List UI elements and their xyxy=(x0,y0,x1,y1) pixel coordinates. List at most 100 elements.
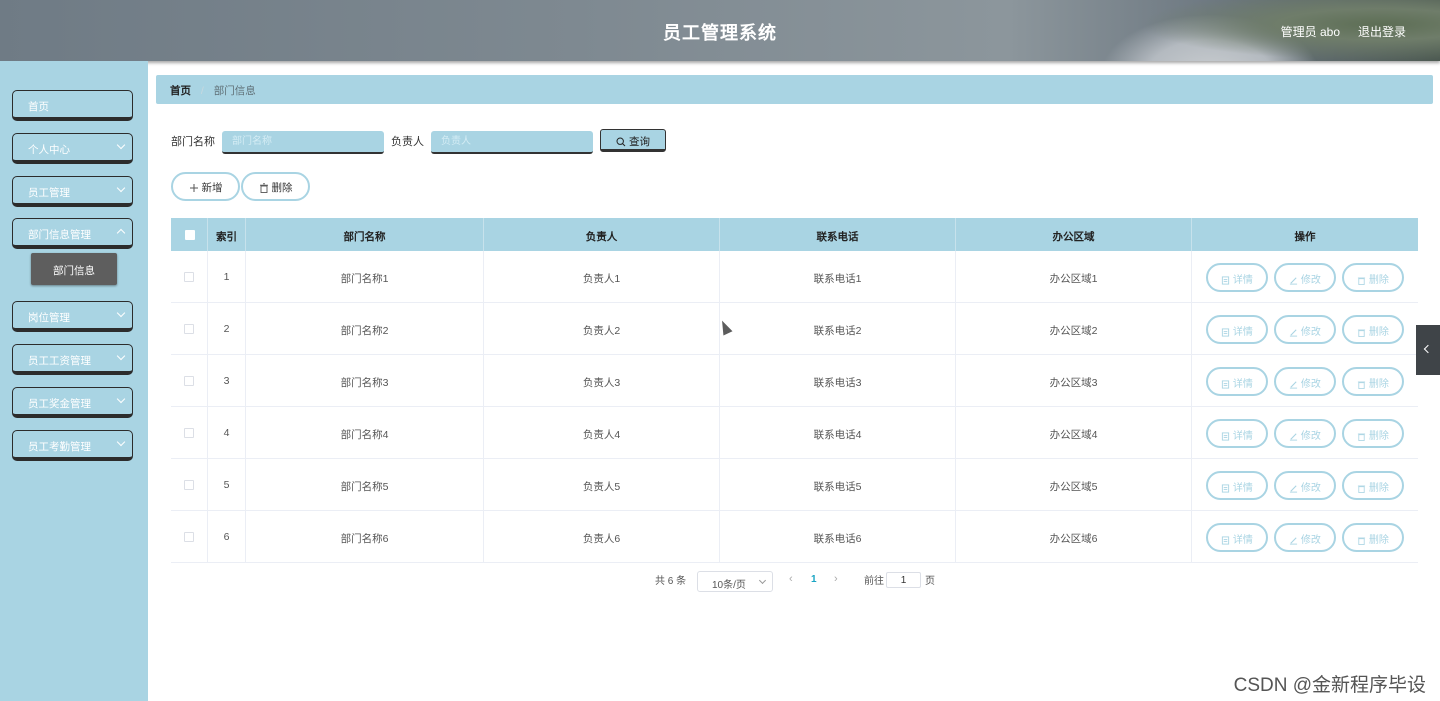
top-header: 员工管理系统 管理员 abo 退出登录 xyxy=(0,0,1440,61)
breadcrumb: 首页 / 部门信息 xyxy=(156,75,1433,104)
sidebar-item-department-management[interactable]: 部门信息管理 xyxy=(12,218,133,249)
sidebar-item-salary-management[interactable]: 员工工资管理 xyxy=(12,344,133,375)
detail-button-label: 详情 xyxy=(1232,431,1253,442)
goto-label: 前往 xyxy=(864,576,884,587)
edit-button[interactable]: 修改 xyxy=(1274,315,1336,344)
cell-index: 5 xyxy=(208,459,246,511)
detail-button[interactable]: 详情 xyxy=(1206,367,1268,396)
plus-icon xyxy=(189,184,198,193)
sidebar-item-employee-management[interactable]: 员工管理 xyxy=(12,176,133,207)
sidebar-item-label: 员工工资管理 xyxy=(28,355,91,367)
edit-button[interactable]: 修改 xyxy=(1274,367,1336,396)
page-size-select[interactable]: 10条/页 xyxy=(697,571,773,592)
goto-page-input[interactable] xyxy=(886,572,921,588)
cell-area: 办公区域5 xyxy=(956,459,1192,511)
panel-toggle-button[interactable] xyxy=(1416,325,1440,375)
cell-actions: 详情 修改 删除 xyxy=(1192,511,1418,563)
sidebar-item-bonus-management[interactable]: 员工奖金管理 xyxy=(12,387,133,418)
delete-button[interactable]: 删除 xyxy=(1342,419,1404,448)
cell-actions: 详情 修改 删除 xyxy=(1192,407,1418,459)
sidebar-item-home[interactable]: 首页 xyxy=(12,90,133,121)
chevron-up-icon xyxy=(116,228,126,238)
row-checkbox[interactable] xyxy=(184,324,194,334)
detail-button[interactable]: 详情 xyxy=(1206,523,1268,552)
sidebar-item-label: 员工考勤管理 xyxy=(28,441,91,453)
page-number-current[interactable]: 1 xyxy=(811,574,817,585)
row-checkbox[interactable] xyxy=(184,480,194,490)
edit-button-label: 修改 xyxy=(1300,483,1321,494)
logout-link[interactable]: 退出登录 xyxy=(1358,23,1406,40)
sidebar-item-personal-center[interactable]: 个人中心 xyxy=(12,133,133,164)
row-select-cell xyxy=(171,251,208,303)
select-all-checkbox[interactable] xyxy=(185,230,195,240)
row-checkbox[interactable] xyxy=(184,272,194,282)
edit-button[interactable]: 修改 xyxy=(1274,263,1336,292)
submenu-item-department-info[interactable]: 部门信息 xyxy=(31,253,117,285)
delete-button[interactable]: 删除 xyxy=(1342,367,1404,396)
cell-area: 办公区域1 xyxy=(956,251,1192,303)
row-checkbox[interactable] xyxy=(184,428,194,438)
detail-button[interactable]: 详情 xyxy=(1206,315,1268,344)
chevron-left-icon xyxy=(1423,344,1433,354)
edit-button-label: 修改 xyxy=(1300,275,1321,286)
cell-actions: 详情 修改 删除 xyxy=(1192,251,1418,303)
cell-index: 2 xyxy=(208,303,246,355)
edit-button-label: 修改 xyxy=(1300,431,1321,442)
sidebar-item-position-management[interactable]: 岗位管理 xyxy=(12,301,133,332)
owner-input[interactable] xyxy=(431,131,593,154)
cell-phone: 联系电话1 xyxy=(720,251,956,303)
next-page-icon[interactable]: › xyxy=(834,573,838,585)
cell-index: 3 xyxy=(208,355,246,407)
row-select-cell xyxy=(171,511,208,563)
column-header-dept-name: 部门名称 xyxy=(246,218,484,251)
watermark: CSDN @金新程序毕设 xyxy=(1233,675,1426,696)
document-icon xyxy=(1222,484,1230,493)
breadcrumb-home[interactable]: 首页 xyxy=(170,85,191,97)
trash-icon xyxy=(1358,537,1366,545)
detail-button[interactable]: 详情 xyxy=(1206,471,1268,500)
trash-icon xyxy=(1358,433,1366,441)
query-button[interactable]: 查询 xyxy=(600,129,666,152)
detail-button[interactable]: 详情 xyxy=(1206,263,1268,292)
sidebar-item-label: 首页 xyxy=(28,101,49,113)
document-icon xyxy=(1222,328,1230,337)
dept-name-input[interactable] xyxy=(222,131,384,154)
batch-delete-button[interactable]: 删除 xyxy=(241,172,310,201)
delete-button-label: 删除 xyxy=(1368,275,1389,286)
add-button[interactable]: 新增 xyxy=(171,172,240,201)
cell-area: 办公区域6 xyxy=(956,511,1192,563)
chevron-down-icon xyxy=(116,351,126,361)
cell-owner: 负责人2 xyxy=(484,303,720,355)
cell-dept-name: 部门名称2 xyxy=(246,303,484,355)
detail-button[interactable]: 详情 xyxy=(1206,419,1268,448)
table-header: 索引 部门名称 负责人 联系电话 办公区域 操作 xyxy=(171,218,1418,251)
row-checkbox[interactable] xyxy=(184,376,194,386)
cell-index: 6 xyxy=(208,511,246,563)
edit-button[interactable]: 修改 xyxy=(1274,471,1336,500)
cell-phone: 联系电话4 xyxy=(720,407,956,459)
sidebar-item-attendance-management[interactable]: 员工考勤管理 xyxy=(12,430,133,461)
cell-area: 办公区域3 xyxy=(956,355,1192,407)
cell-index: 1 xyxy=(208,251,246,303)
edit-button[interactable]: 修改 xyxy=(1274,419,1336,448)
cell-index: 4 xyxy=(208,407,246,459)
chevron-down-icon xyxy=(116,437,126,447)
prev-page-icon[interactable]: ‹ xyxy=(789,573,793,585)
sidebar-item-label: 员工奖金管理 xyxy=(28,398,91,410)
trash-icon xyxy=(259,183,268,194)
edit-button[interactable]: 修改 xyxy=(1274,523,1336,552)
pagination-total: 共 6 条 xyxy=(655,576,687,587)
delete-button-label: 删除 xyxy=(1368,327,1389,338)
detail-button-label: 详情 xyxy=(1232,327,1253,338)
delete-button[interactable]: 删除 xyxy=(1342,523,1404,552)
edit-icon xyxy=(1290,381,1298,389)
delete-button[interactable]: 删除 xyxy=(1342,263,1404,292)
delete-button[interactable]: 删除 xyxy=(1342,471,1404,500)
sidebar-item-label: 部门信息管理 xyxy=(28,229,91,241)
cell-phone: 联系电话2 xyxy=(720,303,956,355)
table-row: 6 部门名称6 负责人6 联系电话6 办公区域6 详情 修改 删除 xyxy=(171,511,1418,563)
current-user: 管理员 abo xyxy=(1280,25,1340,39)
row-checkbox[interactable] xyxy=(184,532,194,542)
delete-button[interactable]: 删除 xyxy=(1342,315,1404,344)
row-select-cell xyxy=(171,355,208,407)
